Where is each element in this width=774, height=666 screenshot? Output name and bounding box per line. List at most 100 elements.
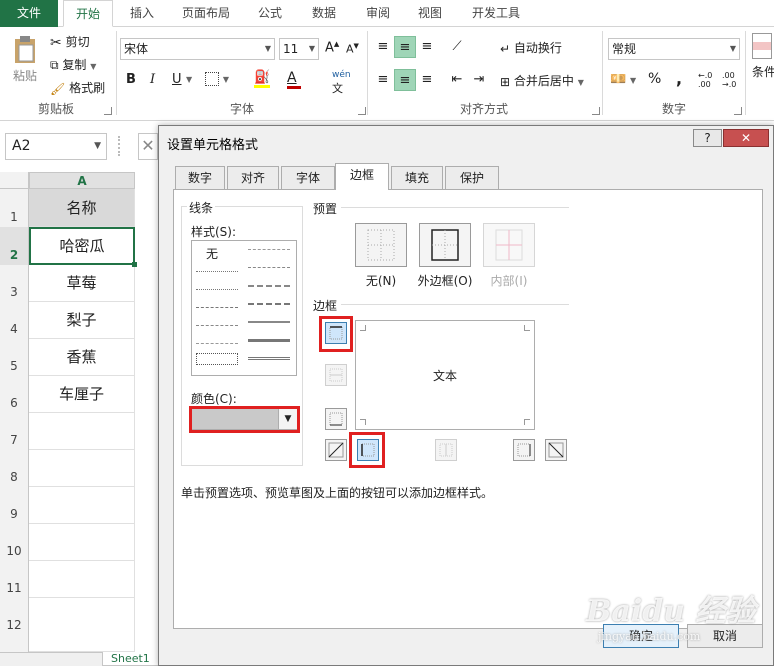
border-preview[interactable]: 文本 bbox=[355, 320, 535, 430]
border-diagonal-down-button[interactable] bbox=[545, 439, 567, 461]
preset-outline-button[interactable] bbox=[419, 223, 471, 267]
tab-home[interactable]: 开始 bbox=[63, 0, 113, 27]
tab-font[interactable]: 字体 bbox=[281, 166, 335, 189]
row-header[interactable]: 5 bbox=[0, 339, 29, 376]
tab-data[interactable]: 数据 bbox=[304, 0, 344, 27]
row-header[interactable]: 8 bbox=[0, 450, 29, 487]
line-style-option[interactable] bbox=[196, 325, 238, 326]
decrease-indent-button[interactable]: ⇤ bbox=[446, 69, 468, 91]
bold-button[interactable]: B bbox=[126, 72, 136, 87]
tab-view[interactable]: 视图 bbox=[410, 0, 450, 27]
cell-a12[interactable] bbox=[29, 598, 135, 652]
alignment-launcher[interactable] bbox=[592, 107, 600, 115]
tab-insert[interactable]: 插入 bbox=[120, 0, 164, 27]
line-style-option[interactable] bbox=[196, 289, 238, 290]
line-style-option[interactable] bbox=[248, 267, 290, 268]
cell-a3[interactable]: 草莓 bbox=[29, 265, 135, 302]
row-header[interactable]: 10 bbox=[0, 524, 29, 561]
fill-handle[interactable] bbox=[132, 262, 137, 267]
font-name-combo[interactable]: 宋体 ▼ bbox=[120, 38, 275, 60]
row-header[interactable]: 1 bbox=[0, 189, 29, 227]
close-button[interactable]: ✕ bbox=[723, 129, 769, 147]
select-all-corner[interactable] bbox=[0, 172, 29, 189]
tab-protection[interactable]: 保护 bbox=[445, 166, 499, 189]
cell-a4[interactable]: 梨子 bbox=[29, 302, 135, 339]
sheet-tab[interactable]: Sheet1 bbox=[102, 652, 160, 666]
tab-fill[interactable]: 填充 bbox=[391, 166, 443, 189]
font-launcher[interactable] bbox=[358, 107, 366, 115]
wrap-text-button[interactable]: ↵ 自动换行 bbox=[500, 39, 562, 56]
tab-page-layout[interactable]: 页面布局 bbox=[172, 0, 240, 27]
line-style-option[interactable] bbox=[196, 271, 238, 272]
line-style-option[interactable] bbox=[248, 303, 290, 305]
cell-a2-selected[interactable]: 哈密瓜 bbox=[29, 227, 135, 265]
line-style-option[interactable] bbox=[248, 357, 290, 360]
font-size-combo[interactable]: 11 ▼ bbox=[279, 38, 319, 60]
paste-button[interactable]: 粘贴 bbox=[8, 35, 42, 84]
row-header[interactable]: 12 bbox=[0, 598, 29, 652]
border-inside-horizontal-button[interactable] bbox=[325, 364, 347, 386]
row-header[interactable]: 2 bbox=[0, 227, 29, 265]
column-header-a[interactable]: A bbox=[29, 172, 135, 189]
increase-indent-button[interactable]: ⇥ bbox=[468, 69, 490, 91]
tab-formulas[interactable]: 公式 bbox=[250, 0, 290, 27]
tab-review[interactable]: 审阅 bbox=[358, 0, 398, 27]
conditional-format-button[interactable]: 条件 bbox=[752, 33, 774, 80]
align-bottom-button[interactable]: ≡ bbox=[416, 36, 438, 58]
currency-button[interactable]: 💴 ▼ bbox=[610, 72, 636, 87]
fill-color-button[interactable]: ⛽ bbox=[254, 70, 270, 88]
border-diagonal-up-button[interactable] bbox=[325, 439, 347, 461]
row-header[interactable]: 6 bbox=[0, 376, 29, 413]
decrease-decimal-button[interactable]: .00 →.0 bbox=[722, 71, 736, 89]
increase-font-button[interactable]: A▲ bbox=[325, 40, 339, 55]
row-header[interactable]: 3 bbox=[0, 265, 29, 302]
clipboard-launcher[interactable] bbox=[104, 107, 112, 115]
phonetic-button[interactable]: wén 文 bbox=[332, 70, 351, 96]
line-style-option[interactable] bbox=[248, 285, 290, 287]
line-style-option-selected[interactable] bbox=[196, 353, 238, 365]
cell-a9[interactable] bbox=[29, 487, 135, 524]
align-right-button[interactable]: ≡ bbox=[416, 69, 438, 91]
align-top-button[interactable]: ≡ bbox=[372, 36, 394, 58]
tab-file[interactable]: 文件 bbox=[0, 0, 58, 27]
cell-a8[interactable] bbox=[29, 450, 135, 487]
increase-decimal-button[interactable]: ←.0.00 bbox=[698, 71, 712, 89]
align-center-button[interactable]: ≡ bbox=[394, 69, 416, 91]
row-header[interactable]: 4 bbox=[0, 302, 29, 339]
orientation-button[interactable]: ⟋ bbox=[446, 36, 468, 58]
cell-a11[interactable] bbox=[29, 561, 135, 598]
border-right-button[interactable] bbox=[513, 439, 535, 461]
align-middle-button[interactable]: ≡ bbox=[394, 36, 416, 58]
row-header[interactable]: 7 bbox=[0, 413, 29, 450]
line-style-option[interactable] bbox=[248, 321, 290, 323]
copy-button[interactable]: ⧉ 复制 ▼ bbox=[50, 56, 96, 73]
underline-button[interactable]: U bbox=[172, 72, 182, 87]
line-style-list[interactable]: 无 bbox=[191, 240, 297, 376]
tab-developer[interactable]: 开发工具 bbox=[462, 0, 530, 27]
row-header[interactable]: 11 bbox=[0, 561, 29, 598]
cancel-entry-button[interactable]: ✕ bbox=[138, 133, 158, 160]
borders-button[interactable]: ▼ bbox=[205, 71, 229, 86]
help-button[interactable]: ? bbox=[693, 129, 722, 147]
cell-a5[interactable]: 香蕉 bbox=[29, 339, 135, 376]
cut-button[interactable]: ✂ 剪切 bbox=[50, 33, 90, 51]
preset-inside-button[interactable] bbox=[483, 223, 535, 267]
line-style-option[interactable] bbox=[248, 339, 290, 342]
cell-a6[interactable]: 车厘子 bbox=[29, 376, 135, 413]
percent-button[interactable]: % bbox=[648, 71, 661, 87]
border-inside-vertical-button[interactable] bbox=[435, 439, 457, 461]
number-launcher[interactable] bbox=[734, 107, 742, 115]
line-style-option[interactable] bbox=[248, 249, 290, 250]
cell-a10[interactable] bbox=[29, 524, 135, 561]
tab-number[interactable]: 数字 bbox=[175, 166, 225, 189]
row-header[interactable]: 9 bbox=[0, 487, 29, 524]
cell-a7[interactable] bbox=[29, 413, 135, 450]
italic-button[interactable]: I bbox=[150, 72, 155, 87]
preset-none-button[interactable] bbox=[355, 223, 407, 267]
format-painter-button[interactable]: 🖌 格式刷 bbox=[50, 79, 105, 96]
font-color-button[interactable]: A bbox=[287, 70, 301, 89]
border-bottom-button[interactable] bbox=[325, 408, 347, 430]
decrease-font-button[interactable]: A▼ bbox=[346, 42, 359, 56]
align-left-button[interactable]: ≡ bbox=[372, 69, 394, 91]
number-format-combo[interactable]: 常规 ▼ bbox=[608, 38, 740, 60]
